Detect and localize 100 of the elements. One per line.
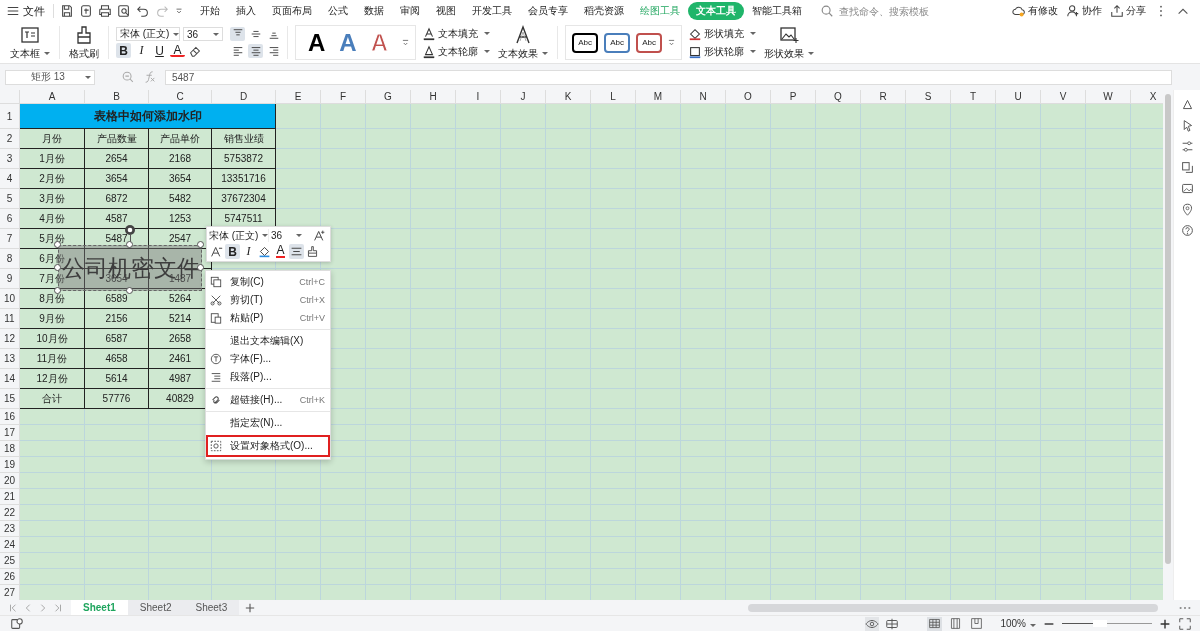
menu-tab[interactable]: 插入 <box>228 2 264 20</box>
text-outline-button[interactable]: 文本轮廓 <box>422 44 491 59</box>
toolbar-action[interactable]: 有修改 <box>1012 4 1058 18</box>
row-header[interactable]: 22 <box>0 505 20 521</box>
row-header[interactable]: 12 <box>0 329 20 349</box>
shape-style-sample[interactable]: Abc <box>572 32 599 53</box>
column-header[interactable]: O <box>726 90 771 104</box>
row-header[interactable]: 6 <box>0 209 20 229</box>
table-cell: 10月份 <box>20 329 85 349</box>
column-header[interactable]: T <box>951 90 996 104</box>
row-header[interactable]: 4 <box>0 169 20 189</box>
row-header[interactable]: 25 <box>0 553 20 569</box>
menu-tab[interactable]: 公式 <box>320 2 356 20</box>
name-box[interactable]: 矩形 13 <box>5 69 95 85</box>
column-header[interactable]: J <box>501 90 546 104</box>
row-header[interactable]: 3 <box>0 149 20 169</box>
table-cell: 2168 <box>149 149 212 169</box>
table-header-cell: 产品数量 <box>85 129 149 149</box>
table-cell: 5487 <box>85 229 149 249</box>
row-header[interactable]: 14 <box>0 369 20 389</box>
file-menu[interactable]: 文件 <box>6 3 45 19</box>
color-button[interactable]: A <box>273 244 288 259</box>
underline-button[interactable]: U <box>152 43 167 58</box>
row-header[interactable]: 24 <box>0 537 20 553</box>
shape-outline-button[interactable]: 形状轮廓 <box>688 44 757 59</box>
text-box-button[interactable]: 文本框 <box>4 22 56 63</box>
row-header[interactable]: 18 <box>0 441 20 457</box>
column-header[interactable]: Q <box>816 90 861 104</box>
font-size-select[interactable]: 36 <box>183 27 223 41</box>
menu-tab[interactable]: 会员专享 <box>520 2 576 20</box>
text-effect-button[interactable]: 文本效果 <box>492 22 555 63</box>
menu-tab[interactable]: 审阅 <box>392 2 428 20</box>
column-header[interactable]: L <box>591 90 636 104</box>
menu-tab[interactable]: 开始 <box>192 2 228 20</box>
text-style-sample[interactable]: A <box>308 30 326 55</box>
italic-button[interactable]: I <box>134 43 149 58</box>
format-painter-button[interactable]: 格式刷 <box>63 22 105 63</box>
row-header[interactable]: 19 <box>0 457 20 473</box>
search-field[interactable]: 查找命令、搜索模板 <box>820 4 970 18</box>
row-header[interactable]: 9 <box>0 269 20 289</box>
row-header[interactable]: 8 <box>0 249 20 269</box>
row-header[interactable]: 17 <box>0 425 20 441</box>
formula-input[interactable]: 5487 <box>165 69 1172 85</box>
bold-button[interactable]: B <box>116 43 131 58</box>
sheet-tab[interactable]: Sheet2 <box>127 600 184 615</box>
shape-effect-button[interactable]: 形状效果 <box>758 22 821 63</box>
row-header[interactable]: 13 <box>0 349 20 369</box>
row-header[interactable]: 23 <box>0 521 20 537</box>
color-button[interactable]: A <box>170 44 185 57</box>
italic-button[interactable]: I <box>241 244 256 259</box>
toolbar-action[interactable]: 协作 <box>1066 4 1102 18</box>
row-header[interactable]: 15 <box>0 389 20 409</box>
row-header[interactable]: 11 <box>0 309 20 329</box>
menu-tab[interactable]: 页面布局 <box>264 2 320 20</box>
column-header[interactable]: M <box>636 90 681 104</box>
table-cell: 37672304 <box>212 189 276 209</box>
text-fill-button[interactable]: 文本填充 <box>422 26 491 41</box>
menu-tab[interactable]: 稻壳资源 <box>576 2 632 20</box>
column-header[interactable]: V <box>1041 90 1086 104</box>
column-header[interactable]: E <box>276 90 321 104</box>
bold-button[interactable]: B <box>225 244 240 259</box>
column-header[interactable]: U <box>996 90 1041 104</box>
row-header[interactable]: 16 <box>0 409 20 425</box>
context-menu-item[interactable]: 指定宏(N)... <box>206 414 330 432</box>
column-header[interactable]: R <box>861 90 906 104</box>
column-header[interactable]: P <box>771 90 816 104</box>
table-cell: 11月份 <box>20 349 85 369</box>
column-header[interactable]: S <box>906 90 951 104</box>
column-header[interactable]: I <box>456 90 501 104</box>
menu-tab[interactable]: 视图 <box>428 2 464 20</box>
zoom-level[interactable]: 100% <box>1000 618 1036 629</box>
table-cell: 12月份 <box>20 369 85 389</box>
context-menu-item[interactable]: 设置对象格式(O)... <box>206 435 330 457</box>
row-header[interactable]: 26 <box>0 569 20 585</box>
row-header[interactable]: 1 <box>0 104 20 129</box>
row-header[interactable]: 21 <box>0 489 20 505</box>
column-header[interactable]: G <box>366 90 411 104</box>
shape-style-sample[interactable]: Abc <box>636 32 663 53</box>
row-header[interactable]: 27 <box>0 585 20 600</box>
menu-tab[interactable]: 开发工具 <box>464 2 520 20</box>
sheet-tab[interactable]: Sheet3 <box>183 600 240 615</box>
row-header[interactable]: 2 <box>0 129 20 149</box>
toolbar-action[interactable]: 分享 <box>1110 4 1146 18</box>
row-header[interactable]: 7 <box>0 229 20 249</box>
context-menu-item[interactable]: 超链接(H)... Ctrl+K <box>206 391 330 409</box>
text-style-sample[interactable]: A <box>339 30 357 55</box>
shape-fill-button[interactable]: 形状填充 <box>688 26 757 41</box>
row-header[interactable]: 10 <box>0 289 20 309</box>
font-size-select[interactable]: 36 <box>268 229 302 242</box>
column-header[interactable]: H <box>411 90 456 104</box>
row-header[interactable]: 20 <box>0 473 20 489</box>
column-header[interactable]: K <box>546 90 591 104</box>
font-family-select[interactable]: 宋体 (正文) <box>116 27 180 41</box>
column-header[interactable]: N <box>681 90 726 104</box>
column-header[interactable]: W <box>1086 90 1131 104</box>
shape-style-sample[interactable]: Abc <box>604 32 631 53</box>
column-header[interactable]: F <box>321 90 366 104</box>
menu-tab[interactable]: 数据 <box>356 2 392 20</box>
menu-tab[interactable]: 智能工具箱 <box>744 2 810 20</box>
row-header[interactable]: 5 <box>0 189 20 209</box>
